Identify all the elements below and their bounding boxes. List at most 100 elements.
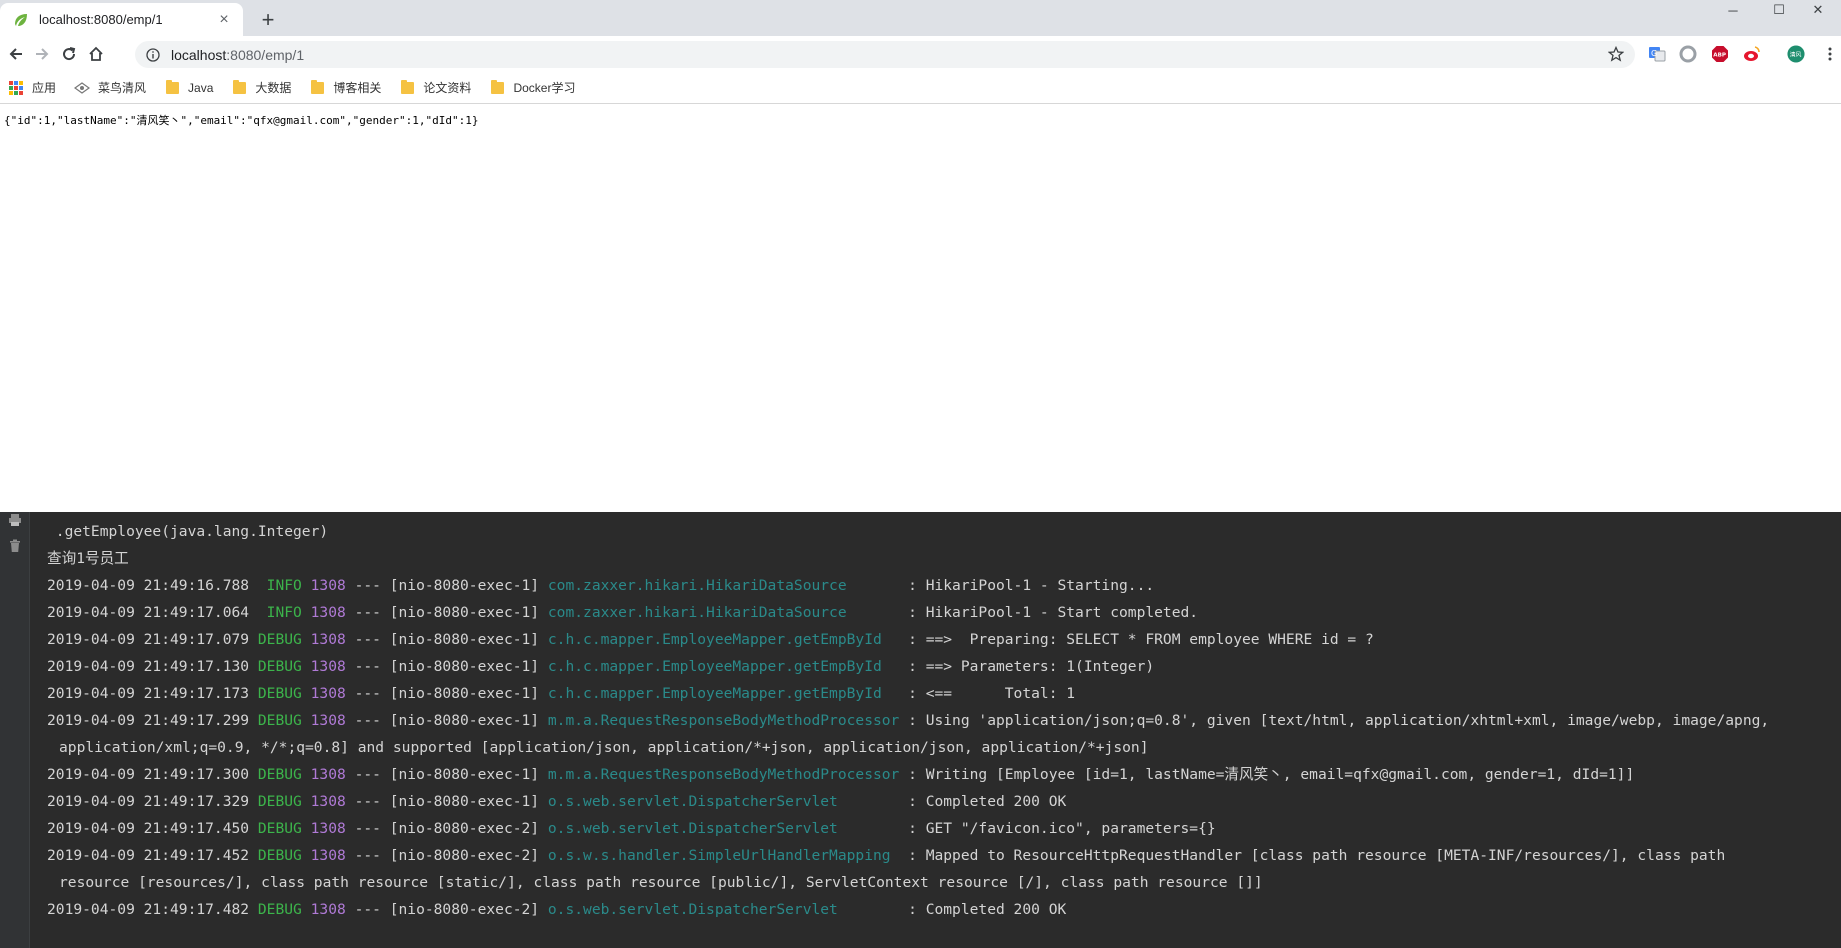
- bookmark-label: 博客相关: [333, 81, 382, 95]
- weibo-icon[interactable]: [1743, 45, 1761, 63]
- bookmark-label: 大数据: [255, 81, 292, 95]
- browser-toolbar: localhost:8080/emp/1 G ABP 清风: [0, 36, 1841, 72]
- log-pid: 1308: [310, 847, 346, 864]
- log-separator: ---: [345, 820, 390, 837]
- log-continuation: resource [resources/], class path resour…: [59, 874, 1263, 891]
- log-logger: com.zaxxer.hikari.HikariDataSource: [547, 604, 909, 621]
- close-tab-icon[interactable]: ×: [215, 11, 233, 29]
- log-pid: 1308: [310, 793, 346, 810]
- log-level: DEBUG: [257, 901, 302, 918]
- browser-tab[interactable]: localhost:8080/emp/1 ×: [0, 3, 243, 36]
- log-thread: [nio-8080-exec-2]: [389, 820, 540, 837]
- log-message: : HikariPool-1 - Start completed.: [908, 604, 1199, 621]
- log-timestamp: 2019-04-09 21:49:17.299: [47, 712, 250, 729]
- home-icon: [89, 46, 103, 61]
- log-message: : Completed 200 OK: [908, 901, 1067, 918]
- apps-grid-icon: [8, 80, 24, 96]
- minimize-window-button[interactable]: ─: [1710, 0, 1756, 20]
- bookmarks-bar: 应用 菜鸟清风 Java 大数据 博客相关 论文资料 Docker学习: [0, 72, 1841, 104]
- bookmark-apps[interactable]: 应用: [8, 76, 56, 100]
- log-separator: ---: [345, 901, 390, 918]
- log-continuation: application/xml;q=0.9, */*;q=0.8] and su…: [59, 739, 1149, 756]
- log-logger: o.s.web.servlet.DispatcherServlet: [547, 901, 909, 918]
- bookmark-folder-bigdata[interactable]: 大数据: [231, 76, 291, 100]
- log-separator: ---: [345, 604, 390, 621]
- log-thread: [nio-8080-exec-1]: [389, 577, 540, 594]
- log-logger: m.m.a.RequestResponseBodyMethodProcessor: [547, 712, 900, 729]
- log-thread: [nio-8080-exec-1]: [389, 604, 540, 621]
- log-timestamp: 2019-04-09 21:49:17.300: [47, 766, 250, 783]
- bookmark-folder-java[interactable]: Java: [164, 76, 213, 100]
- log-pid: 1308: [310, 685, 346, 702]
- close-window-button[interactable]: ✕: [1795, 0, 1841, 20]
- log-timestamp: 2019-04-09 21:49:17.450: [47, 820, 250, 837]
- back-button[interactable]: [2, 40, 30, 68]
- bookmark-site[interactable]: 菜鸟清风: [74, 76, 146, 100]
- url-path: :8080/emp/1: [226, 46, 305, 63]
- address-bar[interactable]: localhost:8080/emp/1: [135, 41, 1635, 68]
- forward-arrow-icon: [36, 48, 49, 60]
- log-pid: 1308: [310, 712, 346, 729]
- folder-icon: [489, 79, 505, 96]
- log-level: DEBUG: [257, 658, 302, 675]
- log-logger: o.s.w.s.handler.SimpleUrlHandlerMapping: [547, 847, 909, 864]
- log-level: DEBUG: [257, 685, 302, 702]
- console-line: 2019-04-09 21:49:17.173 DEBUG 1308 --- […: [47, 680, 1837, 707]
- translate-icon[interactable]: G: [1648, 45, 1666, 63]
- folder-icon: [309, 79, 325, 96]
- log-message: : Using 'application/json;q=0.8', given …: [899, 712, 1770, 729]
- circle-extension-icon[interactable]: [1679, 45, 1697, 63]
- profile-avatar-icon[interactable]: 清风: [1787, 45, 1805, 63]
- abp-icon[interactable]: ABP: [1711, 45, 1729, 63]
- log-pid: 1308: [310, 658, 346, 675]
- log-separator: ---: [345, 685, 390, 702]
- console-text: .getEmployee(java.lang.Integer): [47, 523, 329, 540]
- trash-icon[interactable]: [7, 538, 23, 554]
- bookmark-label: 论文资料: [423, 81, 472, 95]
- console-line: 2019-04-09 21:49:16.788 INFO 1308 --- [n…: [47, 572, 1837, 599]
- log-pid: 1308: [310, 577, 346, 594]
- home-button[interactable]: [82, 40, 110, 68]
- new-tab-button[interactable]: +: [254, 6, 282, 34]
- info-icon[interactable]: [145, 47, 161, 63]
- log-level: DEBUG: [257, 631, 302, 648]
- site-icon: [74, 80, 91, 96]
- log-thread: [nio-8080-exec-1]: [389, 631, 540, 648]
- console-line: resource [resources/], class path resour…: [47, 869, 1837, 896]
- forward-button[interactable]: [28, 40, 56, 68]
- log-message: : Writing [Employee [id=1, lastName=清风笑丶…: [899, 766, 1635, 783]
- log-separator: ---: [345, 766, 390, 783]
- folder-icon: [231, 79, 247, 96]
- log-thread: [nio-8080-exec-2]: [389, 847, 540, 864]
- bookmark-folder-papers[interactable]: 论文资料: [399, 76, 471, 100]
- log-message: : Mapped to ResourceHttpRequestHandler […: [908, 847, 1726, 864]
- console-line: 2019-04-09 21:49:17.079 DEBUG 1308 --- […: [47, 626, 1837, 653]
- avatar-label: 清风: [1790, 51, 1802, 59]
- url-host: localhost: [171, 46, 227, 63]
- log-level: INFO: [257, 577, 302, 594]
- log-thread: [nio-8080-exec-1]: [389, 685, 540, 702]
- bookmark-label: 应用: [32, 81, 57, 95]
- menu-icon[interactable]: [1821, 45, 1839, 63]
- console-text: 查询1号员工: [47, 550, 129, 567]
- bookmark-folder-blog[interactable]: 博客相关: [309, 76, 381, 100]
- print-icon[interactable]: [7, 512, 23, 528]
- log-thread: [nio-8080-exec-1]: [389, 712, 540, 729]
- log-level: DEBUG: [257, 766, 302, 783]
- log-logger: c.h.c.mapper.EmployeeMapper.getEmpById: [547, 631, 909, 648]
- bookmark-folder-docker[interactable]: Docker学习: [489, 76, 575, 100]
- console-line: 2019-04-09 21:49:17.329 DEBUG 1308 --- […: [47, 788, 1837, 815]
- log-timestamp: 2019-04-09 21:49:17.173: [47, 685, 250, 702]
- log-message: : GET "/favicon.ico", parameters={}: [908, 820, 1216, 837]
- bookmark-star-icon[interactable]: [1607, 45, 1625, 63]
- log-level: DEBUG: [257, 793, 302, 810]
- back-arrow-icon: [9, 48, 22, 60]
- log-separator: ---: [345, 712, 390, 729]
- log-timestamp: 2019-04-09 21:49:17.079: [47, 631, 250, 648]
- log-logger: c.h.c.mapper.EmployeeMapper.getEmpById: [547, 685, 909, 702]
- log-message: : ==> Preparing: SELECT * FROM employee …: [908, 631, 1374, 648]
- console-gutter: [0, 512, 30, 948]
- reload-button[interactable]: [55, 40, 83, 68]
- log-timestamp: 2019-04-09 21:49:17.452: [47, 847, 250, 864]
- log-pid: 1308: [310, 901, 346, 918]
